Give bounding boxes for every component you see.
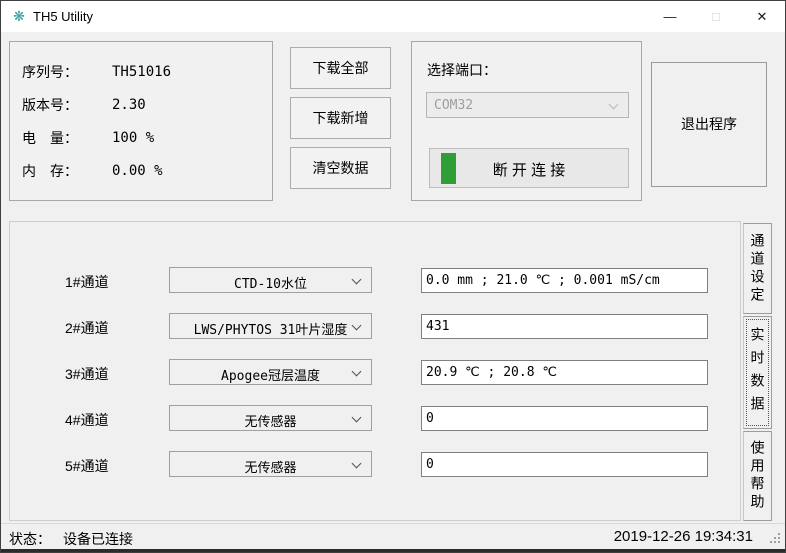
channel-row: 3#通道 Apogee冠层温度 20.9 ℃ ; 20.8 ℃ <box>10 359 740 386</box>
device-info-panel: 序列号： TH51016 版本号： 2.30 电 量： 100 % 内 存： 0… <box>9 41 273 201</box>
serial-number-row: 序列号： TH51016 <box>22 62 272 82</box>
status-timestamp: 2019-12-26 19:34:31 <box>614 528 753 545</box>
channel-4-label: 4#通道 <box>65 410 109 430</box>
battery-label: 电 量： <box>22 128 112 148</box>
channel-row: 2#通道 LWS/PHYTOS 31叶片湿度 431 <box>10 313 740 340</box>
battery-row: 电 量： 100 % <box>22 128 272 148</box>
channel-5-label: 5#通道 <box>65 456 109 476</box>
channel-5-sensor-select[interactable]: 无传感器 <box>169 451 372 477</box>
channel-3-label: 3#通道 <box>65 364 109 384</box>
chevron-down-icon <box>352 367 362 377</box>
channel-2-label: 2#通道 <box>65 318 109 338</box>
download-all-button[interactable]: 下载全部 <box>290 47 391 89</box>
title-bar[interactable]: ❋ TH5 Utility — □ ✕ <box>1 1 785 32</box>
resize-grip[interactable] <box>778 541 780 543</box>
window-controls: — □ ✕ <box>647 1 785 32</box>
download-new-button[interactable]: 下载新增 <box>290 97 391 139</box>
channel-2-reading[interactable]: 431 <box>421 314 708 339</box>
chevron-down-icon <box>352 459 362 469</box>
disconnect-button[interactable]: 断 开 连 接 <box>429 148 629 188</box>
chevron-down-icon <box>352 321 362 331</box>
channel-4-reading[interactable]: 0 <box>421 406 708 431</box>
channel-5-reading[interactable]: 0 <box>421 452 708 477</box>
port-select-label: 选择端口： <box>427 60 497 80</box>
serial-number-label: 序列号： <box>22 62 112 82</box>
channel-1-sensor-select[interactable]: CTD-10水位 <box>169 267 372 293</box>
channel-4-sensor-value: 无传感器 <box>244 411 296 430</box>
channel-row: 4#通道 无传感器 0 <box>10 405 740 432</box>
close-icon[interactable]: ✕ <box>739 1 785 32</box>
channel-3-reading[interactable]: 20.9 ℃ ; 20.8 ℃ <box>421 360 708 385</box>
memory-label: 内 存： <box>22 161 112 181</box>
minimize-icon[interactable]: — <box>647 1 693 32</box>
chevron-down-icon <box>352 275 362 285</box>
memory-value: 0.00 % <box>112 161 163 181</box>
channel-1-reading[interactable]: 0.0 mm ; 21.0 ℃ ; 0.001 mS/cm <box>421 268 708 293</box>
channel-4-sensor-select[interactable]: 无传感器 <box>169 405 372 431</box>
maximize-icon: □ <box>693 1 739 32</box>
memory-row: 内 存： 0.00 % <box>22 161 272 181</box>
port-select[interactable]: COM32 <box>426 92 629 118</box>
version-label: 版本号： <box>22 95 112 115</box>
realtime-data-panel: 1#通道 CTD-10水位 0.0 mm ; 21.0 ℃ ; 0.001 mS… <box>9 221 741 521</box>
tab-realtime-data[interactable]: 实时数据 <box>743 316 772 429</box>
channel-3-sensor-value: Apogee冠层温度 <box>221 365 320 384</box>
status-label: 状态： <box>9 529 51 549</box>
channel-3-sensor-select[interactable]: Apogee冠层温度 <box>169 359 372 385</box>
version-row: 版本号： 2.30 <box>22 95 272 115</box>
status-bar: 状态： 设备已连接 2019-12-26 19:34:31 <box>1 523 785 549</box>
app-icon: ❋ <box>10 8 28 25</box>
port-select-value: COM32 <box>434 98 473 113</box>
channel-2-sensor-value: LWS/PHYTOS 31叶片湿度 <box>194 319 348 338</box>
channel-1-label: 1#通道 <box>65 272 109 292</box>
tab-help[interactable]: 使用帮助 <box>743 431 772 521</box>
connection-panel: 选择端口： COM32 断 开 连 接 <box>411 41 642 201</box>
tab-channel-setup[interactable]: 通道设定 <box>743 223 772 314</box>
channel-1-sensor-value: CTD-10水位 <box>234 273 307 292</box>
serial-number-value: TH51016 <box>112 62 171 82</box>
disconnect-button-label: 断 开 连 接 <box>430 159 628 180</box>
exit-program-button[interactable]: 退出程序 <box>651 62 767 187</box>
version-value: 2.30 <box>112 95 146 115</box>
chevron-down-icon <box>352 413 362 423</box>
window-bottom-edge <box>1 549 785 553</box>
window-title: TH5 Utility <box>33 9 93 24</box>
battery-value: 100 % <box>112 128 154 148</box>
channel-row: 5#通道 无传感器 0 <box>10 451 740 478</box>
clear-data-button[interactable]: 清空数据 <box>290 147 391 189</box>
app-window: ❋ TH5 Utility — □ ✕ 序列号： TH51016 版本号： 2.… <box>0 0 786 553</box>
channel-row: 1#通道 CTD-10水位 0.0 mm ; 21.0 ℃ ; 0.001 mS… <box>10 267 740 294</box>
chevron-down-icon <box>609 100 619 110</box>
status-text: 设备已连接 <box>63 529 133 549</box>
channel-5-sensor-value: 无传感器 <box>244 457 296 476</box>
channel-2-sensor-select[interactable]: LWS/PHYTOS 31叶片湿度 <box>169 313 372 339</box>
